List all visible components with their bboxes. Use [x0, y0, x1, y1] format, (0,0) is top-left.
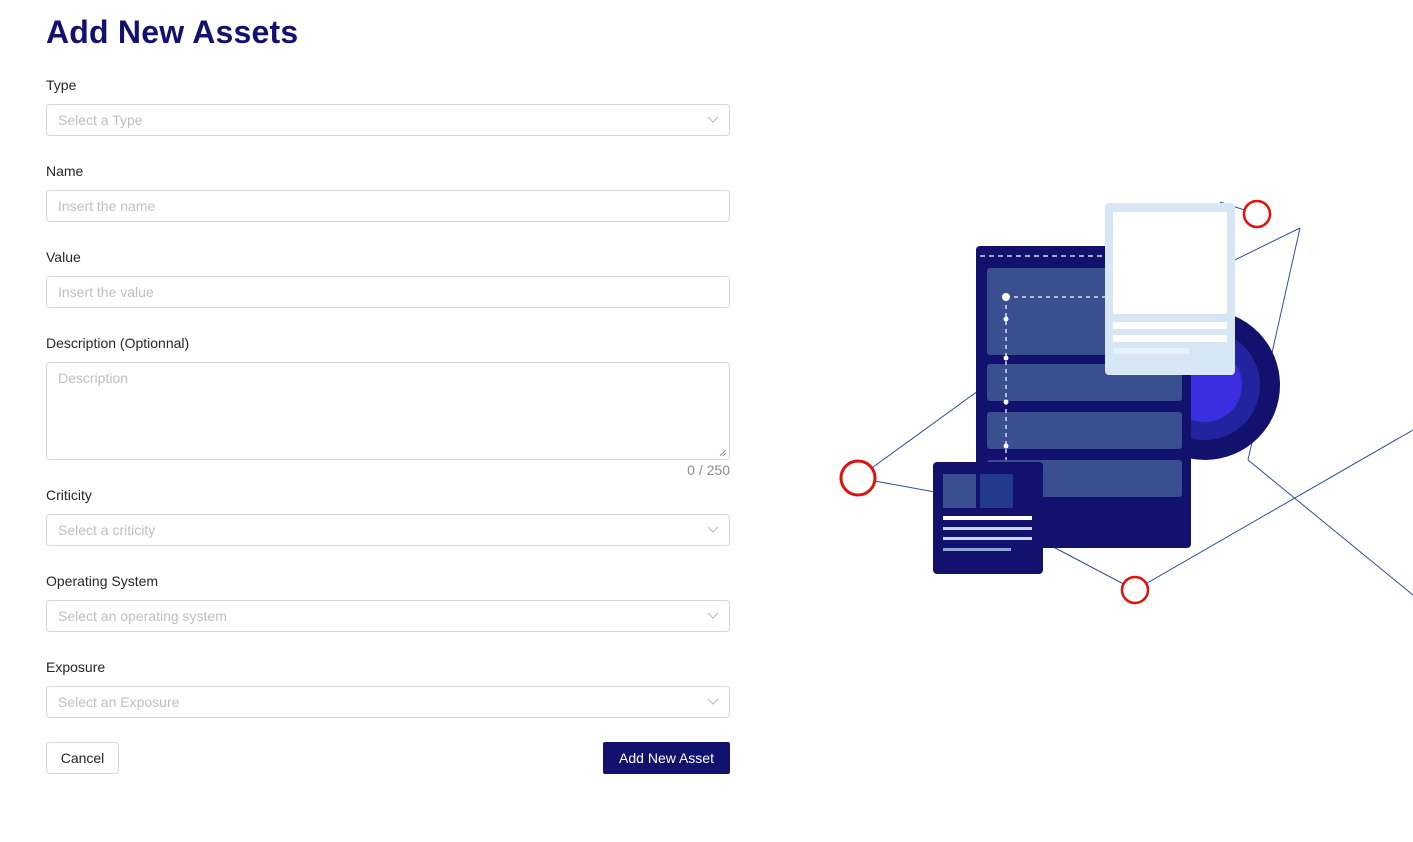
- chevron-down-icon: [707, 116, 719, 123]
- asset-servers-illustration: [839, 199, 1413, 605]
- add-new-asset-button[interactable]: Add New Asset: [603, 742, 730, 774]
- chevron-down-icon: [707, 526, 719, 533]
- type-select[interactable]: Select a Type: [46, 104, 730, 136]
- name-field-wrapper: [46, 190, 730, 222]
- description-label: Description (Optionnal): [46, 335, 190, 351]
- value-field-wrapper: [46, 276, 730, 308]
- exposure-label: Exposure: [46, 659, 106, 675]
- criticity-select-placeholder: Select a criticity: [58, 522, 156, 538]
- cancel-button[interactable]: Cancel: [46, 742, 119, 774]
- description-char-counter: 0 / 250: [687, 462, 730, 478]
- description-textarea[interactable]: [47, 363, 729, 459]
- description-field-wrapper: [46, 362, 730, 460]
- value-label: Value: [46, 249, 81, 265]
- name-input[interactable]: [58, 191, 718, 221]
- operating-system-select[interactable]: Select an operating system: [46, 600, 730, 632]
- resize-handle-icon[interactable]: [719, 449, 727, 457]
- chevron-down-icon: [707, 612, 719, 619]
- chevron-down-icon: [707, 698, 719, 705]
- value-input[interactable]: [58, 277, 718, 307]
- criticity-label: Criticity: [46, 487, 92, 503]
- page-title: Add New Assets: [46, 14, 299, 50]
- type-select-placeholder: Select a Type: [58, 112, 143, 128]
- exposure-select[interactable]: Select an Exposure: [46, 686, 730, 718]
- name-label: Name: [46, 163, 84, 179]
- operating-system-label: Operating System: [46, 573, 159, 589]
- criticity-select[interactable]: Select a criticity: [46, 514, 730, 546]
- exposure-select-placeholder: Select an Exposure: [58, 694, 180, 710]
- add-asset-page: Add New Assets Type Select a Type Name V…: [0, 0, 1413, 842]
- operating-system-select-placeholder: Select an operating system: [58, 608, 227, 624]
- type-label: Type: [46, 77, 77, 93]
